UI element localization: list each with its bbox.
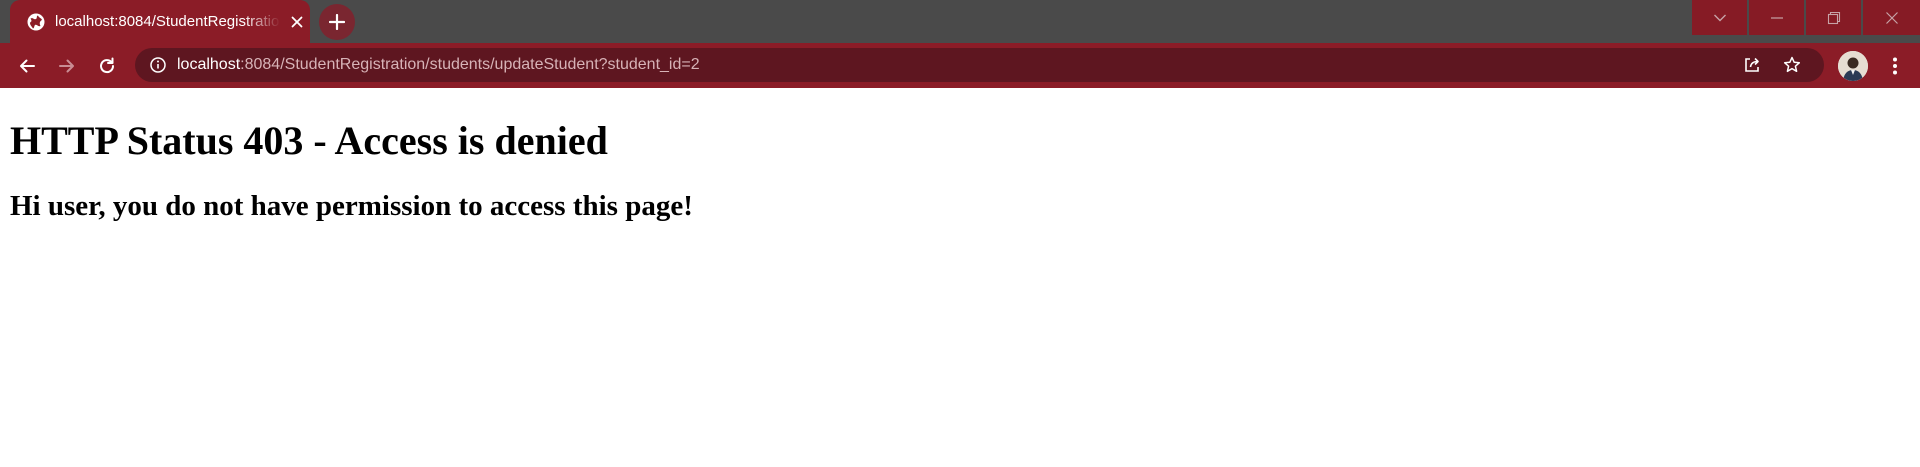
tab-search-button[interactable] (1692, 0, 1747, 35)
plus-icon (329, 14, 345, 30)
browser-toolbar: localhost:8084/StudentRegistration/stude… (0, 43, 1920, 88)
browser-menu-button[interactable] (1880, 51, 1910, 81)
chevron-down-icon (1713, 14, 1726, 21)
share-icon[interactable] (1742, 55, 1762, 75)
address-bar[interactable]: localhost:8084/StudentRegistration/stude… (135, 48, 1824, 82)
tab-title: localhost:8084/StudentRegistration/stude… (55, 13, 285, 30)
restore-icon (1827, 11, 1840, 24)
globe-icon (26, 12, 46, 32)
new-tab-button[interactable] (319, 4, 355, 40)
close-window-button[interactable] (1863, 0, 1920, 35)
error-heading: HTTP Status 403 - Access is denied (10, 118, 608, 163)
page-content: HTTP Status 403 - Access is denied Hi us… (0, 88, 1920, 467)
url-host: localhost (177, 56, 241, 73)
error-message: Hi user, you do not have permission to a… (10, 190, 693, 222)
profile-avatar[interactable] (1838, 51, 1868, 81)
back-button[interactable] (10, 49, 44, 83)
reload-icon (100, 57, 115, 74)
minimize-button[interactable] (1749, 0, 1804, 35)
close-tab-icon[interactable] (286, 11, 308, 33)
arrow-left-icon (20, 59, 35, 73)
forward-button[interactable] (50, 49, 84, 83)
url-text[interactable]: localhost:8084/StudentRegistration/stude… (177, 55, 700, 75)
browser-tab-strip: localhost:8084/StudentRegistration/stude… (0, 0, 1920, 43)
site-info-icon[interactable] (149, 56, 167, 74)
user-avatar-icon (1838, 51, 1868, 81)
close-icon (1885, 11, 1898, 24)
browser-tab[interactable]: localhost:8084/StudentRegistration/stude… (10, 0, 310, 43)
url-path: :8084/StudentRegistration/students/updat… (240, 56, 700, 73)
restore-button[interactable] (1806, 0, 1861, 35)
more-vertical-icon (1893, 57, 1897, 75)
bookmark-star-icon[interactable] (1782, 55, 1802, 75)
arrow-right-icon (59, 59, 74, 73)
reload-button[interactable] (90, 49, 124, 83)
minimize-icon (1770, 16, 1783, 19)
